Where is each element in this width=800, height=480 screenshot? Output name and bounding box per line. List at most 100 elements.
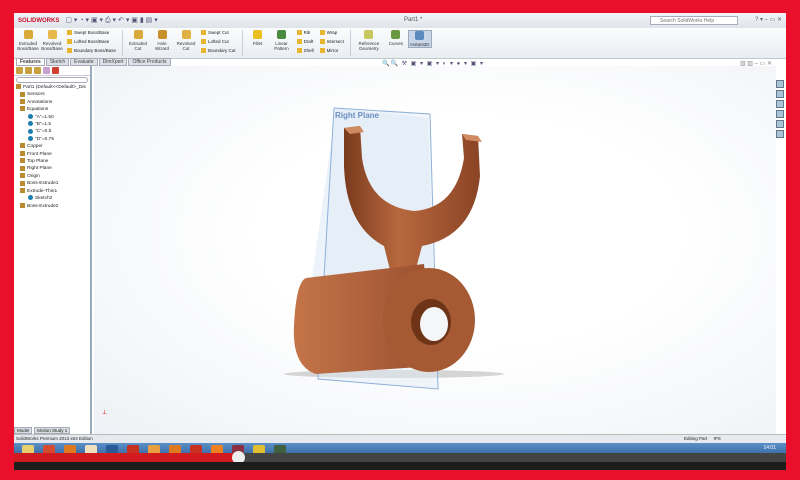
tree-item[interactable]: Right Plane <box>14 165 90 172</box>
custom-properties-icon <box>776 130 784 138</box>
window-title: Part1 * <box>404 17 423 23</box>
feature-icon <box>20 173 25 179</box>
quick-access-toolbar[interactable]: ▢ ▾ ◔ ▾ ▣ ▾ ⎙ ▾ ↶ ▾ ▣ ▮ ▤ ▾ <box>65 16 157 25</box>
tree-item[interactable]: "C"=0.5 <box>14 128 90 135</box>
feature-icon <box>20 143 25 149</box>
mirror-button[interactable]: Mirror <box>320 48 344 54</box>
feature-icon <box>20 180 25 186</box>
lofted-boss-button[interactable]: Lofted Boss/Base <box>67 39 116 45</box>
feature-icon <box>20 99 25 105</box>
video-progress-bar[interactable] <box>14 451 786 464</box>
instant3d-icon <box>415 31 425 40</box>
feature-icon <box>20 187 25 193</box>
tree-item[interactable]: "B"=1.5 <box>14 121 90 128</box>
tree-item[interactable]: Origin <box>14 173 90 180</box>
extruded-boss-button[interactable]: Extruded Boss/Base <box>16 30 40 51</box>
tree-item[interactable]: Annotations <box>14 99 90 106</box>
help-search-input[interactable] <box>650 16 738 25</box>
feature-icon <box>28 136 33 142</box>
window-controls[interactable]: ? ▾ – ▭ ✕ <box>755 16 782 23</box>
tree-item[interactable]: Top Plane <box>14 158 90 165</box>
tree-root[interactable]: Part1 (Default<<Default>_Dis <box>14 84 90 91</box>
unit-system[interactable]: IPS <box>714 436 721 441</box>
feature-icon <box>28 128 33 134</box>
file-explorer-icon <box>776 100 784 108</box>
linear-pattern-button[interactable]: Linear Pattern <box>270 30 294 51</box>
hole-wizard-button[interactable]: Hole Wizard <box>150 30 174 51</box>
pattern-icon <box>277 30 287 39</box>
clock: 14:01 <box>763 445 776 451</box>
draft-button[interactable]: Draft <box>297 39 314 45</box>
feature-icon <box>20 202 25 208</box>
tree-item[interactable]: "D"=0.75 <box>14 136 90 143</box>
resources-icon <box>776 80 784 88</box>
display-manager-icon[interactable] <box>52 67 59 74</box>
revolved-boss-button[interactable]: Revolved Boss/Base <box>40 30 64 51</box>
boundary-boss-button[interactable]: Boundary Boss/Base <box>67 48 116 54</box>
tab-motion-study[interactable]: Motion Study 1 <box>34 427 71 434</box>
tree-item[interactable]: Sensors <box>14 91 90 98</box>
tab-features[interactable]: Features <box>16 58 45 66</box>
property-manager-icon[interactable] <box>25 67 32 74</box>
boundary-cut-button[interactable]: Boundary Cut <box>201 48 236 54</box>
tab-dimxpert[interactable]: DimXpert <box>98 58 128 66</box>
tab-model[interactable]: Model <box>14 427 33 434</box>
solidworks-logo: SOLIDWORKS <box>18 17 60 24</box>
graphics-area[interactable]: 🔍🔍 ⚒ ▣ ▾ ▣ ▾ ◐ ▾ ● ▾ ▣ ▾ ▥ ▥ – ▭ ✕ Right… <box>94 61 776 436</box>
rib-button[interactable]: Rib <box>297 30 314 36</box>
feature-icon <box>28 195 33 201</box>
tab-sketch[interactable]: Sketch <box>45 58 70 66</box>
product-edition: SolidWorks Premium 2013 x64 Edition <box>16 436 93 441</box>
fillet-icon <box>253 30 263 39</box>
hole-icon <box>157 30 167 39</box>
instant3d-button[interactable]: Instant3D <box>407 30 432 48</box>
task-pane-tabs[interactable] <box>776 80 786 138</box>
manager-tabs[interactable] <box>14 66 90 76</box>
tree-item[interactable]: Front Plane <box>14 150 90 158</box>
curves-icon <box>391 30 401 39</box>
title-bar: SOLIDWORKS ▢ ▾ ◔ ▾ ▣ ▾ ⎙ ▾ ↶ ▾ ▣ ▮ ▤ ▾ P… <box>14 13 786 28</box>
appearances-icon <box>776 120 784 128</box>
tab-evaluate[interactable]: Evaluate <box>70 58 98 66</box>
tree-item[interactable]: Boss-Extrude2 <box>14 202 90 210</box>
model-view: Right Plane <box>284 107 504 390</box>
tree-item[interactable]: Sketch2 <box>14 195 90 202</box>
swept-cut-button[interactable]: Swept Cut <box>201 30 236 36</box>
edit-mode: Editing Part <box>684 436 708 441</box>
design-library-icon <box>776 90 784 98</box>
feature-icon <box>20 106 25 112</box>
video-controls <box>14 462 786 470</box>
tree-item[interactable]: "A"=1.50 <box>14 113 90 121</box>
solidworks-window: SOLIDWORKS ▢ ▾ ◔ ▾ ▣ ▾ ⎙ ▾ ↶ ▾ ▣ ▮ ▤ ▾ P… <box>14 13 786 470</box>
intersect-button[interactable]: Intersect <box>320 39 344 45</box>
tab-office-products[interactable]: Office Products <box>128 58 171 66</box>
feature-icon <box>20 165 25 171</box>
wrap-button[interactable]: Wrap <box>320 30 344 36</box>
reference-geometry-button[interactable]: Reference Geometry <box>354 30 384 51</box>
shell-button[interactable]: Shell <box>297 48 314 54</box>
tree-item[interactable]: Copper <box>14 143 90 150</box>
progress-fill <box>14 453 238 462</box>
triad-icon: ⊥ <box>102 410 108 416</box>
divider <box>122 30 124 56</box>
cut-icon <box>133 30 143 39</box>
tree-item[interactable]: Equations <box>14 106 90 113</box>
revolve-cut-icon <box>181 30 191 39</box>
revolve-icon <box>47 30 57 39</box>
reference-geometry-icon <box>364 30 374 39</box>
heads-up-view-toolbar[interactable]: 🔍🔍 ⚒ ▣ ▾ ▣ ▾ ◐ ▾ ● ▾ ▣ ▾ <box>382 60 484 67</box>
feature-manager-icon[interactable] <box>16 67 23 74</box>
swept-boss-button[interactable]: Swept Boss/Base <box>67 30 116 36</box>
fillet-button[interactable]: Fillet <box>246 30 270 46</box>
tree-item[interactable]: Extrude-Thin1 <box>14 187 90 195</box>
curves-button[interactable]: Curves <box>384 30 408 46</box>
extruded-cut-button[interactable]: Extruded Cut <box>126 30 150 51</box>
config-manager-icon[interactable] <box>34 67 41 74</box>
tree-item[interactable]: Boss-Extrude1 <box>14 180 90 187</box>
viewport-controls[interactable]: ▥ ▥ – ▭ ✕ <box>740 60 772 67</box>
dimxpert-icon[interactable] <box>43 67 50 74</box>
tree-filter-input[interactable] <box>16 77 88 83</box>
revolved-cut-button[interactable]: Revolved Cut <box>174 30 198 51</box>
command-manager: Extruded Boss/Base Revolved Boss/Base Sw… <box>14 28 786 59</box>
lofted-cut-button[interactable]: Lofted Cut <box>201 39 236 45</box>
